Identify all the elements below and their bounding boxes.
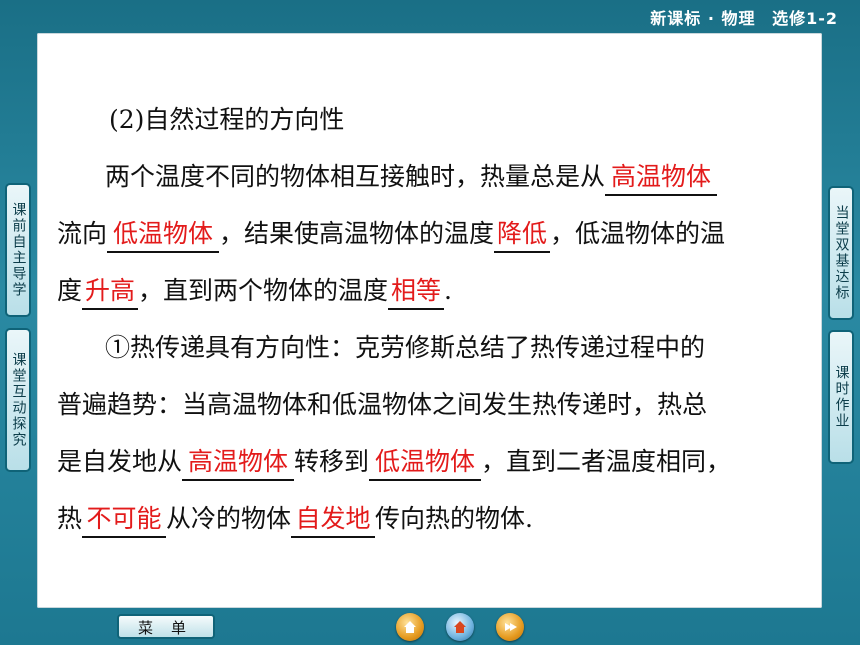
nav-homework[interactable]: 课时作业 xyxy=(828,330,854,464)
answer-blank: 不可能 xyxy=(82,502,167,538)
course-title: 新课标 · 物理 xyxy=(650,9,756,28)
nav-homework-label: 课时作业 xyxy=(833,365,850,429)
answer-blank: 低温物体 xyxy=(369,445,482,481)
answer-blank: 低温物体 xyxy=(107,217,220,253)
slide-text: (2)自然过程的方向性 两个温度不同的物体相互接触时，热量总是从 高温物体 流向低… xyxy=(57,91,802,547)
nav-pre-class-study-label: 课前自主导学 xyxy=(10,202,27,298)
text-line: 流向 低温物体 ，结果使高温物体的温度 降低 ，低温物体的温 xyxy=(57,205,802,262)
house-icon[interactable] xyxy=(446,613,474,641)
answer-blank: 高温物体 xyxy=(182,445,295,481)
text-line: 两个温度不同的物体相互接触时，热量总是从 高温物体 xyxy=(57,148,802,205)
answer-blank: 降低 xyxy=(494,217,551,253)
menu-button[interactable]: 菜单 xyxy=(117,614,215,639)
answer-blank: 自发地 xyxy=(291,502,376,538)
answer-blank: 升高 xyxy=(82,274,139,310)
text-line: ①热传递具有方向性：克劳修斯总结了热传递过程中的 xyxy=(105,333,706,362)
text-line: 是自发地从 高温物体 转移到 低温物体 ，直到二者温度相同， xyxy=(57,433,802,490)
nav-pre-class-study[interactable]: 课前自主导学 xyxy=(5,183,31,317)
answer-blank: 相等 xyxy=(388,274,445,310)
edition-label: 选修1-2 xyxy=(772,9,838,28)
nav-class-interaction-label: 课堂互动探究 xyxy=(10,352,27,448)
section-heading: (2)自然过程的方向性 xyxy=(109,105,345,134)
home-icon[interactable] xyxy=(396,613,424,641)
answer-blank: 高温物体 xyxy=(605,160,718,196)
text-line: 度升高 ，直到两个物体的温度 相等. xyxy=(57,262,802,319)
header-bar: 新课标 · 物理 选修1-2 xyxy=(640,5,838,29)
text-line: 普遍趋势：当高温物体和低温物体之间发生热传递时，热总 xyxy=(57,390,708,419)
text-line: 热不可能 从冷的物体 自发地 传向热的物体. xyxy=(57,490,802,547)
nav-in-class-check[interactable]: 当堂双基达标 xyxy=(828,186,854,320)
forward-icon[interactable] xyxy=(496,613,524,641)
nav-class-interaction[interactable]: 课堂互动探究 xyxy=(5,328,31,472)
slide-content: (2)自然过程的方向性 两个温度不同的物体相互接触时，热量总是从 高温物体 流向低… xyxy=(37,33,822,608)
nav-in-class-check-label: 当堂双基达标 xyxy=(833,205,850,301)
